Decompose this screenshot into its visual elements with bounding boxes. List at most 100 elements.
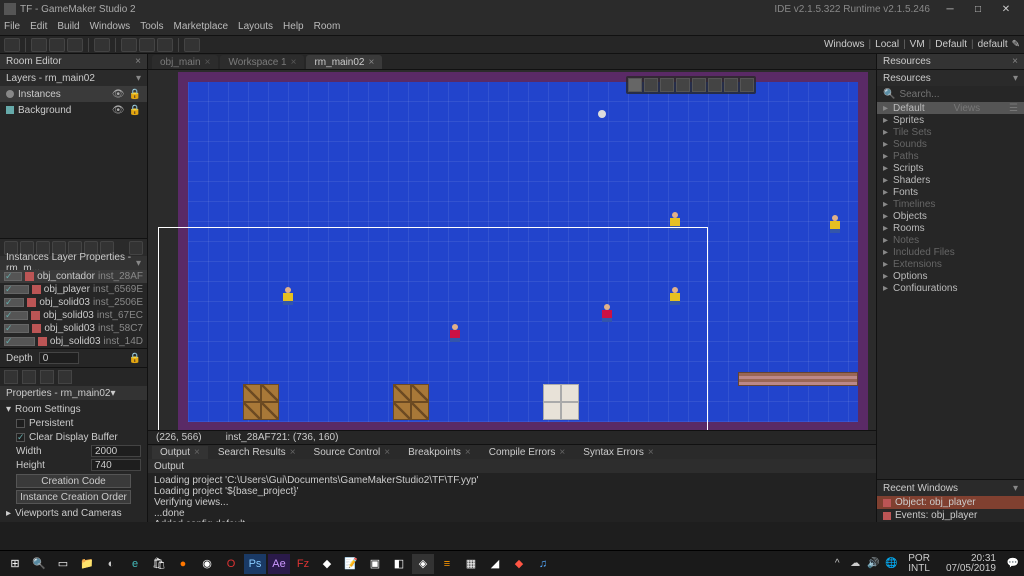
search-button[interactable]: 🔍 <box>28 554 50 574</box>
stop-button[interactable] <box>184 38 200 52</box>
expand-icon[interactable]: ▸ <box>883 199 889 210</box>
close-icon[interactable]: × <box>465 447 471 458</box>
expand-icon[interactable]: ▸ <box>883 283 889 291</box>
tab-workspace1[interactable]: Workspace 1× <box>220 55 304 69</box>
steam-icon[interactable]: ◐ <box>100 554 122 574</box>
network-icon[interactable]: 🌐 <box>884 558 898 569</box>
target-local[interactable]: Local <box>875 39 899 50</box>
output-tab-output[interactable]: Output× <box>152 446 208 459</box>
menu-help[interactable]: Help <box>283 21 304 32</box>
store-icon[interactable]: 🛍 <box>148 554 170 574</box>
instance-row[interactable]: obj_solid03inst_67EC <box>0 309 147 322</box>
close-icon[interactable]: × <box>205 57 211 68</box>
output-tab-breakpoints[interactable]: Breakpoints× <box>400 446 479 459</box>
obj-block[interactable] <box>561 384 579 402</box>
width-field[interactable]: 2000 <box>91 445 141 457</box>
lock-icon[interactable]: 🔒 <box>129 353 141 364</box>
obj-crate[interactable] <box>243 384 261 402</box>
instance-checkbox[interactable] <box>4 324 29 333</box>
visibility-icon[interactable]: 👁 <box>112 105 125 116</box>
output-tab-compileerrors[interactable]: Compile Errors× <box>481 446 574 459</box>
recent-windows-header[interactable]: Recent Windows ▾ <box>877 480 1024 496</box>
close-icon[interactable]: × <box>648 447 654 458</box>
expand-icon[interactable]: ▸ <box>883 175 889 186</box>
persistent-checkbox[interactable] <box>16 419 25 428</box>
opera-icon[interactable]: O <box>220 554 242 574</box>
target-vm[interactable]: VM <box>910 39 925 50</box>
cleardisplay-row[interactable]: Clear Display Buffer <box>16 430 141 444</box>
grid-toggle[interactable] <box>628 78 642 92</box>
resource-paths[interactable]: ▸Paths <box>877 150 1024 162</box>
taskview-button[interactable]: ▭ <box>52 554 74 574</box>
tab-rm_main02[interactable]: rm_main02× <box>306 55 382 69</box>
chevron-down-icon[interactable]: ▾ <box>136 73 141 84</box>
close-icon[interactable]: × <box>194 447 200 458</box>
menu-file[interactable]: File <box>4 21 20 32</box>
target-windows[interactable]: Windows <box>824 39 865 50</box>
recent-window[interactable]: Object: obj_player <box>877 496 1024 509</box>
output-tab-searchresults[interactable]: Search Results× <box>210 446 304 459</box>
filezilla-icon[interactable]: Fz <box>292 554 314 574</box>
chevron-down-icon[interactable]: ▾ <box>110 388 115 399</box>
zoom-reset-button[interactable] <box>676 78 690 92</box>
lock-icon[interactable]: 🔒 <box>129 105 141 116</box>
expand-icon[interactable]: ▸ <box>883 247 889 258</box>
taskbar-datetime[interactable]: 20:31 07/05/2019 <box>940 554 1002 574</box>
git-icon[interactable]: ◆ <box>508 554 530 574</box>
close-icon[interactable]: × <box>384 447 390 458</box>
aftereffects-icon[interactable]: Ae <box>268 554 290 574</box>
layers-header[interactable]: Layers - rm_main02 ▾ <box>0 70 147 86</box>
instance-order-button[interactable]: Instance Creation Order <box>16 490 131 504</box>
expand-icon[interactable]: ▸ <box>883 139 889 150</box>
resource-options[interactable]: ▸Options <box>877 270 1024 282</box>
mini-btn-3[interactable] <box>40 370 54 384</box>
obj-crate[interactable] <box>411 402 429 420</box>
zoom-in-button[interactable] <box>644 78 658 92</box>
build-button[interactable] <box>94 38 110 52</box>
obj-crate[interactable] <box>243 402 261 420</box>
expand-icon[interactable]: ▸ <box>883 163 889 174</box>
tab-obj_main[interactable]: obj_main× <box>152 55 218 69</box>
instance-row[interactable]: obj_contadorinst_28AF <box>0 270 147 283</box>
viewports-collapse[interactable]: ▸Viewports and Cameras <box>6 506 141 520</box>
taskbar-clock[interactable]: POR INTL <box>902 554 936 574</box>
instance-checkbox[interactable] <box>4 285 29 294</box>
resource-scripts[interactable]: ▸Scripts <box>877 162 1024 174</box>
play-button[interactable] <box>724 78 738 92</box>
open-button[interactable] <box>49 38 65 52</box>
instance-checkbox[interactable] <box>4 311 28 320</box>
menu-tools[interactable]: Tools <box>140 21 163 32</box>
obj-block[interactable] <box>561 402 579 420</box>
notifications-icon[interactable]: 💬 <box>1006 558 1020 569</box>
zoom-out-button[interactable] <box>660 78 674 92</box>
chrome-icon[interactable]: ◉ <box>196 554 218 574</box>
target-default[interactable]: default <box>978 39 1008 50</box>
debug-button[interactable] <box>139 38 155 52</box>
resource-objects[interactable]: ▸Objects <box>877 210 1024 222</box>
resource-sounds[interactable]: ▸Sounds <box>877 138 1024 150</box>
tray-up-icon[interactable]: ^ <box>830 558 844 569</box>
views-icon[interactable]: ☰ <box>1009 103 1018 114</box>
close-icon[interactable]: × <box>135 56 141 67</box>
chevron-down-icon[interactable]: ▾ <box>1013 483 1018 494</box>
resource-notes[interactable]: ▸Notes <box>877 234 1024 246</box>
expand-icon[interactable]: ▸ <box>883 211 889 222</box>
resource-default[interactable]: ▸Default Views ☰ <box>877 102 1024 114</box>
creation-code-button[interactable]: Creation Code <box>16 474 131 488</box>
clean-button[interactable] <box>157 38 173 52</box>
lock-icon[interactable]: 🔒 <box>129 89 141 100</box>
cleardisplay-checkbox[interactable] <box>16 433 25 442</box>
obj-crate[interactable] <box>261 402 279 420</box>
output-body[interactable]: Loading project 'C:\Users\Gui\Documents\… <box>148 473 876 522</box>
photoshop-icon[interactable]: Ps <box>244 554 266 574</box>
expand-icon[interactable]: ▸ <box>883 127 889 138</box>
chevron-down-icon[interactable]: ▾ <box>136 258 141 269</box>
properties-header[interactable]: Properties - rm_main02 ▾ <box>0 386 147 400</box>
camera-button[interactable] <box>740 78 754 92</box>
menu-windows[interactable]: Windows <box>90 21 131 32</box>
expand-icon[interactable]: ▸ <box>883 151 889 162</box>
resource-fonts[interactable]: ▸Fonts <box>877 186 1024 198</box>
firefox-icon[interactable]: ● <box>172 554 194 574</box>
instance-checkbox[interactable] <box>4 337 35 346</box>
audio-icon[interactable]: ♫ <box>532 554 554 574</box>
